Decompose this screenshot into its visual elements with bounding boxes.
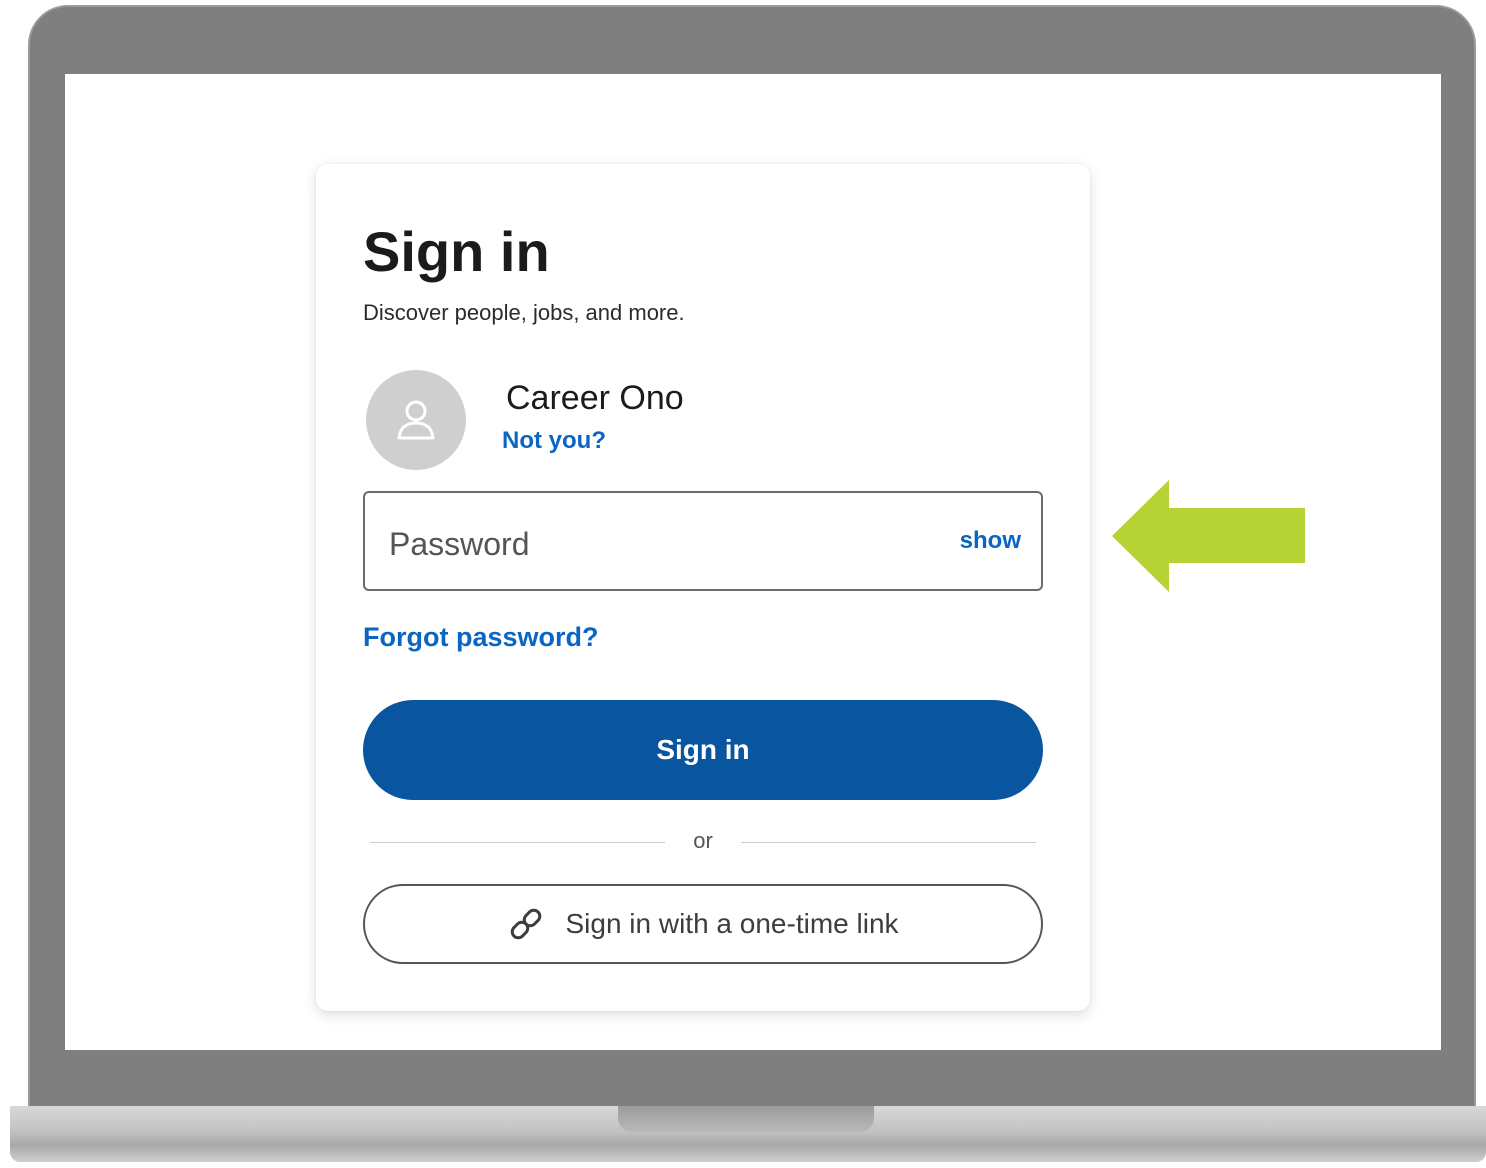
laptop-notch [618,1106,874,1132]
password-input[interactable] [387,521,931,567]
avatar [366,370,466,470]
forgot-password-link[interactable]: Forgot password? [363,622,599,653]
not-you-link[interactable]: Not you? [502,427,606,455]
sign-in-button[interactable]: Sign in [363,700,1043,800]
user-silhouette-icon [397,400,435,440]
page-title: Sign in [363,220,550,283]
arrow-left-icon [1112,480,1305,592]
account-name: Career Ono [506,379,684,417]
page-subtitle: Discover people, jobs, and more. [363,300,685,325]
link-icon [511,908,542,940]
one-time-link-label: Sign in with a one-time link [565,908,899,939]
one-time-link-button[interactable]: Sign in with a one-time link [363,884,1043,964]
or-divider: or [370,828,1036,858]
divider-text: or [693,828,713,853]
show-password-toggle[interactable]: show [960,527,1021,555]
signin-card: Sign in Discover people, jobs, and more.… [316,164,1090,1011]
password-field[interactable]: show [363,491,1043,591]
